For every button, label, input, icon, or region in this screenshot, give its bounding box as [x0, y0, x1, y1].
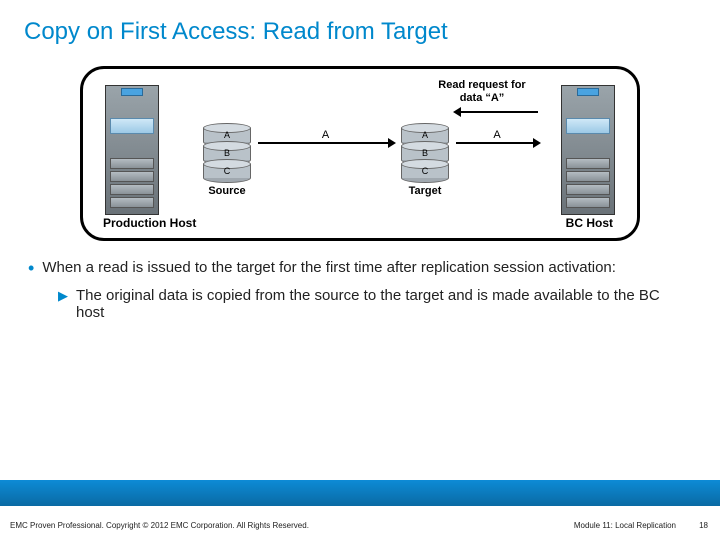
sub-bullet-icon: ▶: [58, 287, 68, 321]
page-title: Copy on First Access: Read from Target: [0, 0, 720, 46]
target-row-a: A: [422, 130, 428, 140]
read-request-label: Read request for data “A”: [437, 79, 527, 104]
bullet-1-text: When a read is issued to the target for …: [42, 259, 616, 277]
target-caption: Target: [401, 185, 449, 197]
copy-arrow-icon: A: [258, 142, 393, 144]
target-row-b: B: [422, 148, 428, 158]
source-caption: Source: [203, 185, 251, 197]
source-row-c: C: [224, 166, 231, 176]
source-row-b: B: [224, 148, 230, 158]
diagram-container: A B C Source A B C Target Read request f…: [80, 66, 640, 241]
source-storage-icon: A B C Source: [203, 129, 251, 197]
request-arrow-icon: [456, 111, 538, 113]
copy-arrow-label: A: [322, 129, 329, 141]
bullet-2-text: The original data is copied from the sou…: [76, 287, 692, 321]
footer-accent-bar: [0, 480, 720, 506]
footer: EMC Proven Professional. Copyright © 201…: [0, 506, 720, 540]
production-server-icon: [105, 85, 159, 215]
module-text: Module 11: Local Replication: [574, 521, 676, 530]
bullet-icon: •: [28, 259, 34, 277]
target-row-c: C: [422, 166, 429, 176]
deliver-arrow-icon: A: [456, 142, 538, 144]
copyright-text: EMC Proven Professional. Copyright © 201…: [10, 521, 309, 530]
production-host-label: Production Host: [103, 216, 196, 230]
bc-server-icon: [561, 85, 615, 215]
body-text: • When a read is issued to the target fo…: [28, 259, 692, 321]
source-row-a: A: [224, 130, 230, 140]
target-storage-icon: A B C Target: [401, 129, 449, 197]
page-number: 18: [699, 521, 708, 530]
deliver-arrow-label: A: [493, 129, 500, 141]
bc-host-label: BC Host: [566, 216, 613, 230]
